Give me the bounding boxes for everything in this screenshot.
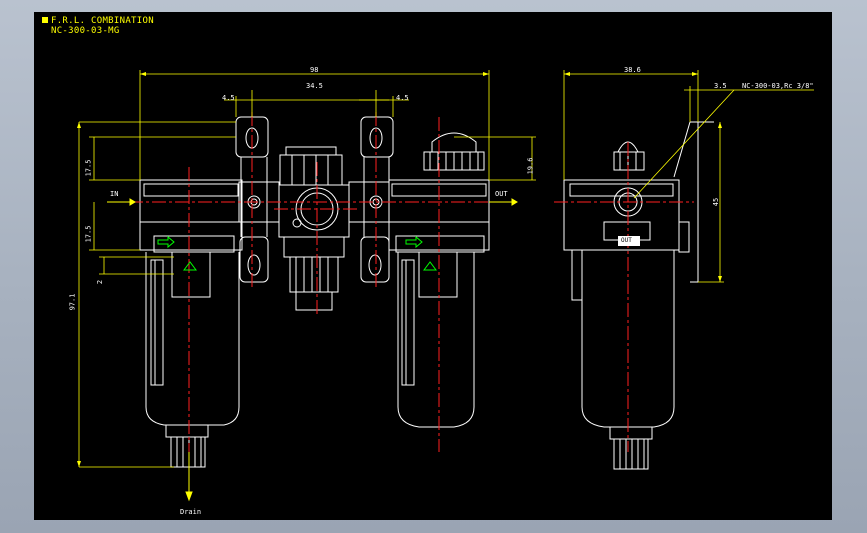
dimension-arrowheads <box>77 72 722 467</box>
side-callout-label: NC-300-03,Rc 3/8" <box>742 82 814 90</box>
inlet-label: IN <box>110 190 119 198</box>
dim-height-side: 45 <box>712 197 721 207</box>
dim-overall-width: 98 <box>310 66 319 74</box>
flow-symbols <box>157 235 437 271</box>
cad-drawing <box>77 70 814 502</box>
dim-height-gap: 2 <box>96 279 105 285</box>
out-port-label: OUT <box>621 237 632 244</box>
dim-bracket-left: 4.5 <box>222 94 235 102</box>
outlet-label: OUT <box>495 190 508 198</box>
dim-height-total: 97.1 <box>68 293 77 311</box>
drain-label: Drain <box>180 508 202 516</box>
dim-bracket-right: 4.5 <box>396 94 409 102</box>
dim-side-offset: 3.5 <box>714 82 727 90</box>
dim-height-mid: 17.5 <box>84 225 93 243</box>
dim-height-cap: 19.6 <box>526 157 535 175</box>
filter-unit <box>139 179 243 468</box>
regulator-unit <box>278 146 350 311</box>
dim-height-top: 17.5 <box>84 159 93 177</box>
side-view <box>563 121 714 470</box>
dim-side-width: 38.6 <box>624 66 641 74</box>
drawing-frame: F.R.L. COMBINATION NC-300-03-MG 98 4.5 3… <box>34 12 832 520</box>
dim-bracket-span: 34.5 <box>306 82 323 90</box>
centerlines <box>129 112 694 452</box>
